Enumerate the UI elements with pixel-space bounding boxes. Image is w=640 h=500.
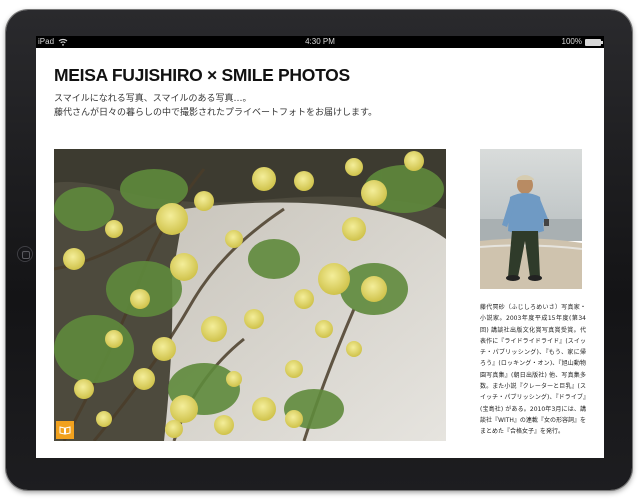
battery-icon <box>585 38 603 46</box>
profile-photo[interactable] <box>480 149 582 289</box>
status-bar: iPad 4:30 PM 100% <box>36 36 604 48</box>
page-subtitle: スマイルになれる写真、スマイルのある写真…。 藤代さんが日々の暮らしの中で撮影さ… <box>54 92 377 120</box>
main-photo[interactable] <box>54 149 446 441</box>
photographer-portrait-image <box>480 149 582 289</box>
battery-indicator: 100% <box>561 36 603 48</box>
battery-percent: 100% <box>561 37 582 46</box>
rose-photo-image <box>54 149 446 441</box>
profile-bio: 藤代冥砂（ふじしろめいさ）写真家・小説家。2003年度平成15年度(第34回) … <box>480 304 586 436</box>
status-time: 4:30 PM <box>305 37 335 46</box>
home-button[interactable] <box>17 246 33 262</box>
app-screen: MEISA FUJISHIRO × SMILE PHOTOS スマイルになれる写… <box>36 48 604 458</box>
subtitle-line-1: スマイルになれる写真、スマイルのある写真…。 <box>54 94 252 104</box>
book-icon[interactable] <box>56 421 74 439</box>
page-title: MEISA FUJISHIRO × SMILE PHOTOS <box>54 65 350 85</box>
subtitle-line-2: 藤代さんが日々の暮らしの中で撮影されたプライベートフォトをお届けします。 <box>54 108 378 118</box>
